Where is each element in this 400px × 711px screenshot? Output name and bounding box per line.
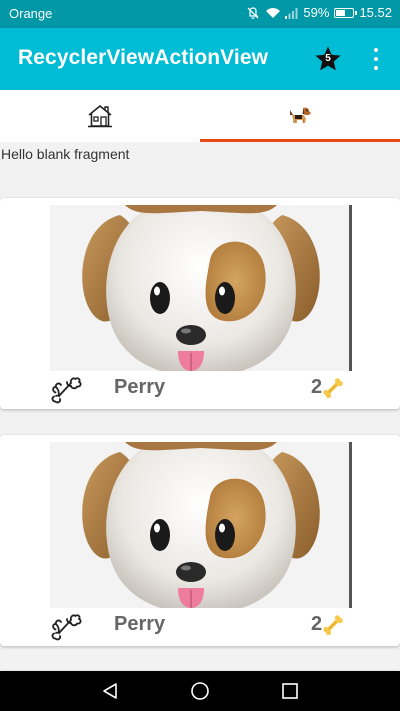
bone-count: 2 [311, 376, 343, 399]
fragment-text: Hello blank fragment [1, 146, 130, 162]
dog-card[interactable]: Perry 2 [0, 198, 400, 409]
bone-icon [323, 615, 343, 635]
signal-icon [284, 6, 298, 20]
wifi-icon [265, 6, 281, 20]
dog-icon [290, 107, 311, 124]
overflow-menu-icon[interactable] [366, 46, 386, 72]
battery-percent: 59% [303, 5, 330, 20]
dog-name: Perry [114, 613, 166, 635]
card-footer: Perry 2 [0, 608, 400, 646]
bone-count-value: 2 [311, 613, 323, 635]
system-nav-bar [0, 671, 400, 711]
carrier-label: Orange [9, 6, 53, 21]
bone-outline-icon[interactable] [50, 611, 82, 641]
status-bar: Orange 59% 15.52 [0, 0, 400, 28]
dog-card[interactable]: Perry 2 [0, 435, 400, 646]
status-icons: 59% 15.52 [246, 5, 392, 20]
house-icon [88, 105, 112, 128]
tab-dog[interactable] [200, 90, 400, 142]
tab-bar [0, 90, 400, 142]
favorites-button[interactable]: 5 [314, 45, 342, 73]
bone-count: 2 [311, 613, 343, 636]
recents-icon[interactable] [280, 681, 300, 701]
clock: 15.52 [359, 5, 392, 20]
favorites-count: 5 [325, 53, 331, 64]
dog-face-image [50, 442, 352, 608]
tab-home[interactable] [0, 90, 200, 142]
app-toolbar: RecyclerViewActionView 5 [0, 28, 400, 90]
fragment-content: Hello blank fragment Perry 2 Perry 2 [0, 142, 400, 691]
dog-face-image [50, 205, 352, 371]
back-icon[interactable] [101, 681, 121, 701]
battery-icon [334, 7, 358, 18]
dog-name: Perry [114, 376, 166, 398]
bone-count-value: 2 [311, 376, 323, 398]
bone-icon [323, 378, 343, 398]
card-footer: Perry 2 [0, 371, 400, 409]
mute-icon [246, 6, 260, 20]
bone-outline-icon[interactable] [50, 374, 82, 404]
home-icon[interactable] [190, 681, 210, 701]
toolbar-title: RecyclerViewActionView [18, 46, 269, 69]
